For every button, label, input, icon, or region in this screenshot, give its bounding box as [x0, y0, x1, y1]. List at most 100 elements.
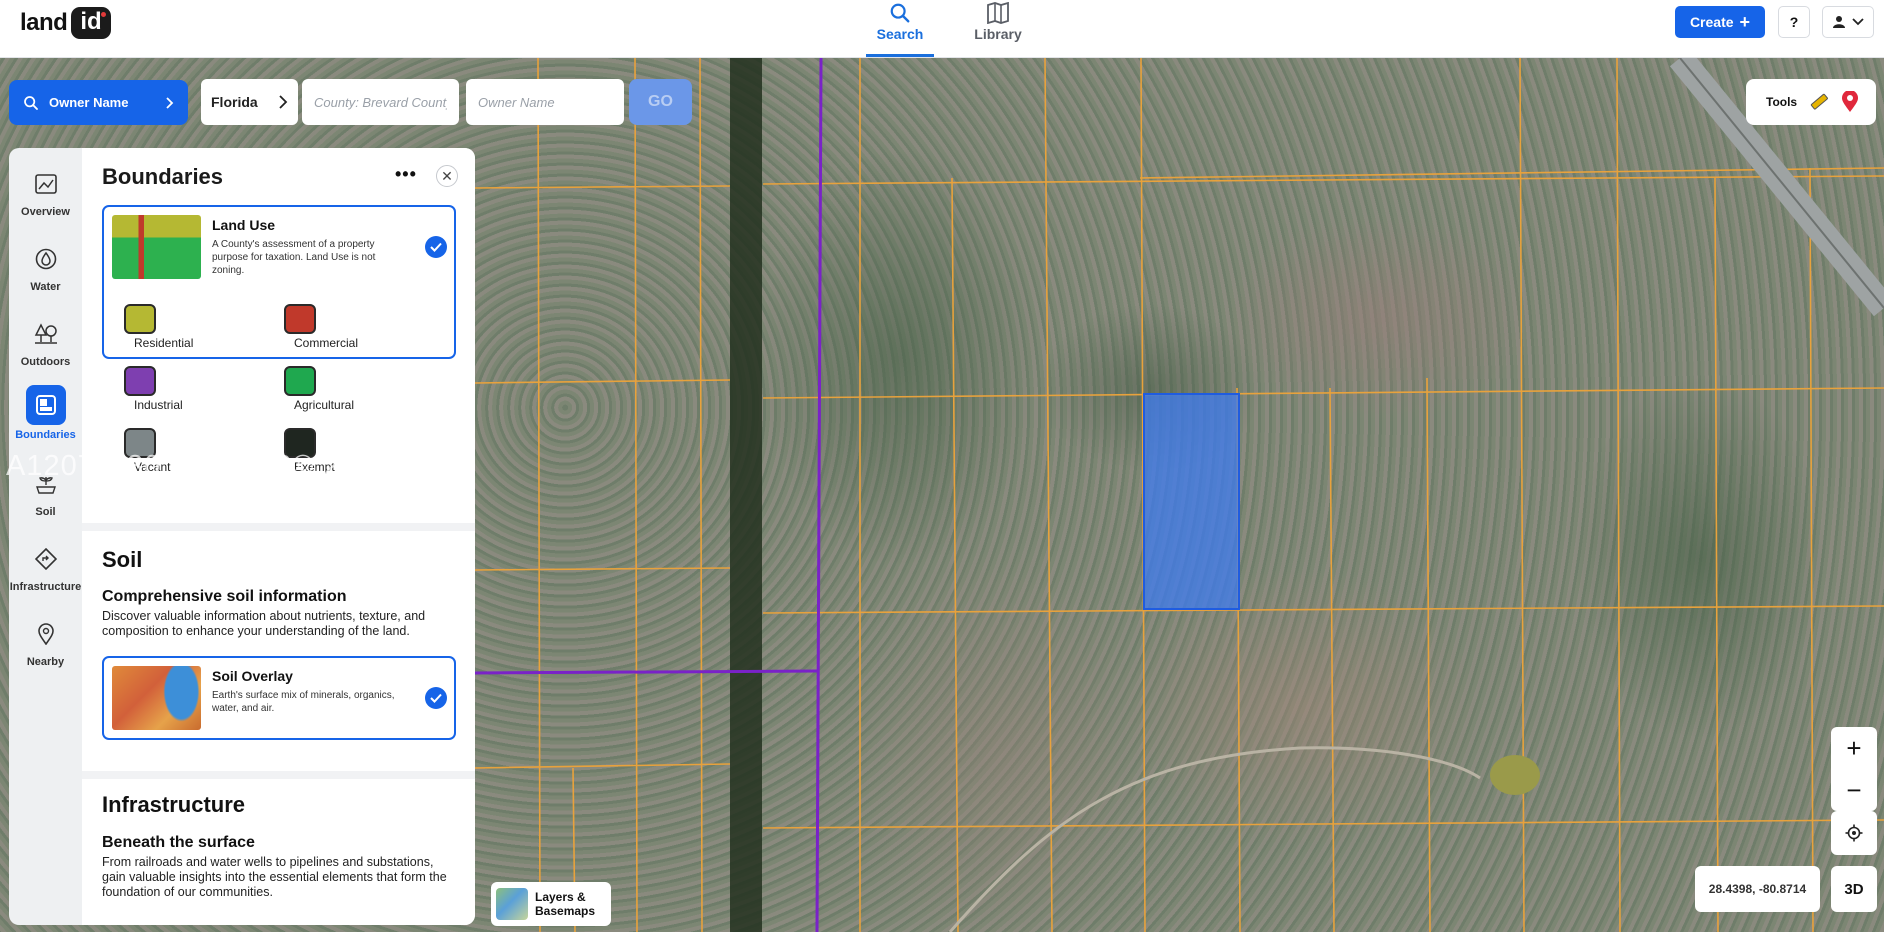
category-sidebar: Overview Water Outdoors Boundaries Soil …: [9, 148, 82, 925]
book-icon: [987, 2, 1009, 24]
selected-parcel[interactable]: [1143, 393, 1240, 610]
state-label: Florida: [211, 94, 258, 110]
legend-item-exempt: Exempt: [284, 428, 335, 474]
ruler-icon[interactable]: [1809, 92, 1829, 112]
checkmark-icon: [430, 693, 442, 703]
panel-title: Boundaries: [102, 164, 224, 189]
soil-overlay-checkbox[interactable]: [425, 687, 447, 709]
soil-subtitle: Comprehensive soil information: [102, 588, 347, 605]
search-type-selector[interactable]: Owner Name: [9, 80, 188, 125]
layers-label: Layers &: [535, 890, 586, 904]
checkmark-icon: [430, 242, 442, 252]
sidebar-item-label: Soil: [35, 506, 56, 518]
chevron-right-icon: [279, 95, 288, 109]
tools-bar: Tools: [1746, 79, 1876, 125]
help-label: ?: [1789, 14, 1799, 30]
zoom-out-button[interactable]: −: [1831, 769, 1877, 811]
minus-icon: −: [1846, 774, 1862, 805]
infrastructure-section: Infrastructure Beneath the surface From …: [82, 779, 475, 925]
dirt-road: [948, 746, 1481, 932]
more-options-icon[interactable]: •••: [395, 164, 417, 185]
close-button[interactable]: ✕: [436, 165, 458, 187]
sidebar-item-infrastructure[interactable]: Infrastructure: [9, 541, 82, 593]
boundaries-section: Boundaries ••• ✕ Land Use A County's ass…: [82, 148, 475, 523]
help-button[interactable]: ?: [1778, 6, 1810, 38]
sidebar-item-nearby[interactable]: Nearby: [9, 616, 82, 668]
soil-description: Discover valuable information about nutr…: [102, 609, 426, 638]
coordinates-readout: 28.4398, -80.8714: [1695, 866, 1820, 912]
legend-label: Exempt: [294, 460, 335, 474]
sidebar-item-label: Outdoors: [20, 356, 71, 368]
go-button[interactable]: GO: [629, 79, 692, 125]
sidebar-item-outdoors[interactable]: Outdoors: [9, 316, 82, 368]
infrastructure-description: From railroads and water wells to pipeli…: [102, 855, 447, 899]
soil-section: Soil Comprehensive soil information Disc…: [82, 531, 475, 771]
county-input[interactable]: [302, 79, 459, 125]
legend-swatch: [284, 366, 316, 396]
layers-basemaps-button[interactable]: Layers & Basemaps: [491, 882, 611, 926]
logo-text: land: [20, 9, 68, 36]
owner-name-input[interactable]: [466, 79, 624, 125]
tab-library[interactable]: Library: [968, 0, 1028, 57]
basemaps-label: Basemaps: [535, 904, 596, 918]
infrastructure-icon: [28, 541, 64, 577]
county-boundary-line: [815, 58, 823, 932]
tab-search[interactable]: Search: [866, 0, 934, 57]
locate-button[interactable]: [1831, 811, 1877, 855]
sidebar-item-water[interactable]: Water: [9, 241, 82, 293]
sidebar-item-label: Overview: [21, 206, 70, 218]
legend-item-agricultural: Agricultural: [284, 366, 354, 412]
tools-label: Tools: [1766, 95, 1798, 109]
plus-icon: +: [1846, 732, 1862, 763]
infrastructure-subtitle: Beneath the surface: [102, 834, 255, 851]
legend-label: Industrial: [134, 398, 183, 412]
soil-overlay-title: Soil Overlay: [212, 668, 293, 684]
crosshair-icon: [1845, 824, 1863, 842]
water-icon: [28, 241, 64, 277]
land-use-description: A County's assessment of a property purp…: [212, 239, 376, 276]
logo[interactable]: land id: [20, 3, 111, 43]
trees-icon: [28, 316, 64, 352]
sidebar-item-label: Boundaries: [15, 429, 76, 441]
soil-overlay-description: Earth's surface mix of minerals, organic…: [212, 690, 395, 714]
land-use-checkbox[interactable]: [425, 236, 447, 258]
tab-search-label: Search: [876, 26, 924, 42]
legend-swatch: [284, 428, 316, 458]
zoom-in-button[interactable]: +: [1831, 727, 1877, 769]
county-boundary-line-horizontal: [474, 669, 818, 675]
user-menu-button[interactable]: [1822, 6, 1874, 38]
map-pin-icon[interactable]: [1841, 91, 1859, 113]
logo-badge: id: [71, 7, 111, 39]
zoom-controls: + −: [1831, 727, 1877, 811]
sidebar-item-label: Water: [30, 281, 61, 293]
state-selector[interactable]: Florida: [201, 79, 298, 125]
sidebar-item-soil[interactable]: Soil: [9, 466, 82, 518]
search-icon: [24, 95, 38, 110]
tree-line: [730, 58, 762, 932]
layers-panel: Boundaries ••• ✕ Land Use A County's ass…: [82, 148, 475, 925]
legend-label: Commercial: [294, 336, 359, 350]
user-icon: [1833, 16, 1845, 28]
create-button[interactable]: Create +: [1675, 6, 1765, 38]
soil-icon: [28, 466, 64, 502]
soil-overlay-card[interactable]: Soil Overlay Earth's surface mix of mine…: [102, 656, 456, 740]
sidebar-item-boundaries[interactable]: Boundaries: [9, 385, 82, 441]
chevron-down-icon: [1852, 18, 1864, 26]
soil-title: Soil: [102, 547, 143, 572]
boundaries-icon: [25, 385, 66, 425]
sidebar-item-overview[interactable]: Overview: [9, 166, 82, 218]
location-pin-icon: [28, 616, 64, 652]
sidebar-item-label: Nearby: [26, 656, 65, 668]
legend-label: Vacant: [134, 460, 171, 474]
legend-item-commercial: Commercial: [284, 304, 358, 350]
3d-toggle-button[interactable]: 3D: [1831, 866, 1877, 912]
land-use-card[interactable]: Land Use A County's assessment of a prop…: [102, 205, 456, 474]
soil-overlay-thumbnail: [112, 666, 201, 730]
sidebar-item-label: Infrastructure: [9, 581, 82, 593]
create-label: Create: [1689, 14, 1734, 30]
search-type-label: Owner Name: [49, 95, 129, 110]
legend-item-vacant: Vacant: [124, 428, 170, 474]
legend-swatch: [124, 304, 156, 334]
basemap-thumbnail: [496, 888, 528, 920]
tab-library-label: Library: [974, 26, 1022, 42]
